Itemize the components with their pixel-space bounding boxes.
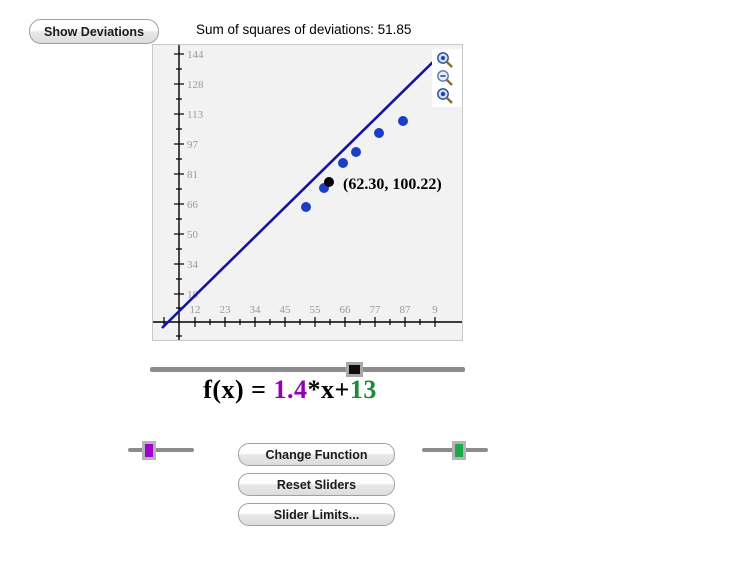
slider-limits-button[interactable]: Slider Limits...: [238, 503, 395, 526]
intercept-slider[interactable]: [422, 438, 488, 462]
svg-text:34: 34: [250, 304, 262, 316]
svg-text:128: 128: [187, 79, 204, 91]
fx-middle: *x+: [307, 375, 350, 404]
graph-pan-slider[interactable]: [150, 362, 465, 377]
svg-text:97: 97: [187, 139, 199, 151]
fx-slope-value: 1.4: [273, 375, 308, 404]
data-points: [301, 116, 408, 212]
x-axis-tick-labels: 12 23 34 45 55 66 77 87 9: [190, 304, 439, 316]
slope-slider-track: [128, 448, 194, 452]
fx-intercept-value: 13: [349, 375, 377, 404]
point-coordinate-label: (62.30, 100.22): [343, 176, 442, 193]
change-function-button[interactable]: Change Function: [238, 443, 395, 466]
svg-text:81: 81: [187, 169, 198, 181]
y-axis-tick-labels: 144 128 113 97 81 66 50 34 18: [187, 49, 204, 301]
fx-prefix: f(x) =: [203, 375, 274, 404]
svg-text:23: 23: [220, 304, 232, 316]
graph-panel[interactable]: 144 128 113 97 81 66 50 34 18 12 23 34 4…: [152, 44, 463, 341]
slope-slider-thumb[interactable]: [142, 441, 156, 460]
svg-text:87: 87: [400, 304, 412, 316]
zoom-out-icon[interactable]: [434, 69, 456, 87]
svg-text:144: 144: [187, 49, 204, 61]
function-expression: f(x) = 1.4*x+13: [0, 375, 580, 405]
sum-of-squares-text: Sum of squares of deviations: 51.85: [196, 22, 412, 37]
reset-sliders-button[interactable]: Reset Sliders: [238, 473, 395, 496]
show-deviations-button[interactable]: Show Deviations: [29, 19, 160, 44]
zoom-fit-icon[interactable]: [434, 87, 456, 105]
svg-text:66: 66: [187, 199, 199, 211]
svg-text:12: 12: [190, 304, 201, 316]
intercept-slider-thumb[interactable]: [452, 441, 466, 460]
svg-text:66: 66: [340, 304, 352, 316]
svg-text:9: 9: [432, 304, 438, 316]
slider-track: [150, 367, 465, 372]
svg-text:113: 113: [187, 109, 204, 121]
svg-text:77: 77: [370, 304, 382, 316]
svg-text:55: 55: [310, 304, 322, 316]
zoom-tools[interactable]: [432, 49, 462, 107]
zoom-in-icon[interactable]: [434, 51, 456, 69]
svg-text:50: 50: [187, 229, 199, 241]
svg-text:45: 45: [280, 304, 292, 316]
slope-slider[interactable]: [128, 438, 194, 462]
svg-text:34: 34: [187, 259, 199, 271]
selected-point: [324, 177, 334, 187]
right-panel: Show Squares Data: 89, 131 80, 126 72, 1…: [580, 0, 751, 583]
